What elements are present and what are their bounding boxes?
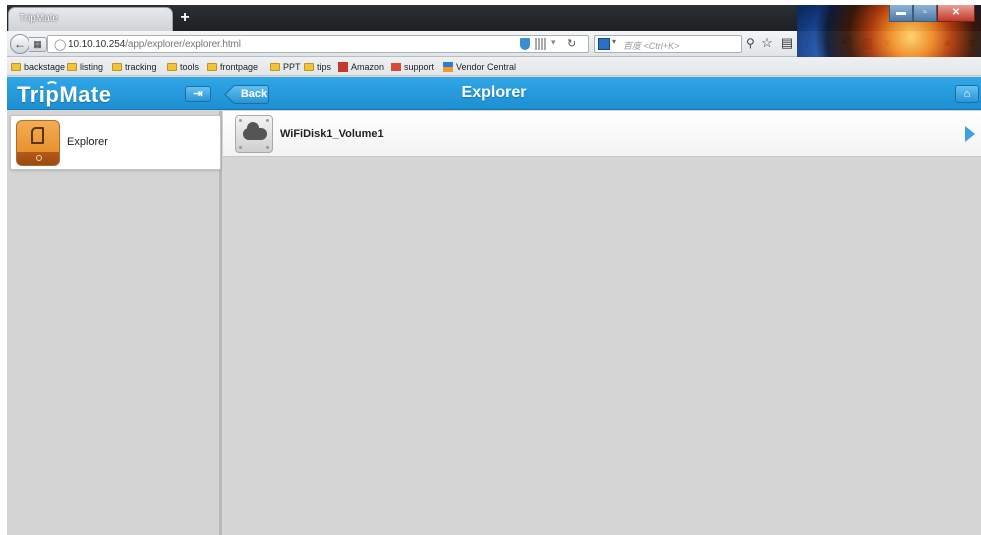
url-text: 10.10.10.254/app/explorer/explorer.html <box>68 39 241 50</box>
browser-forward-button[interactable]: ▦ <box>29 37 47 52</box>
search-icon[interactable]: ⚲ <box>746 36 755 50</box>
bookmark-backstage[interactable]: backstage <box>11 60 65 74</box>
url-path: /app/explorer/explorer.html <box>125 39 241 50</box>
bookmark-label: tracking <box>125 62 157 72</box>
sd-card-glyph <box>31 127 44 144</box>
bookmark-label: tools <box>180 62 200 72</box>
close-button[interactable]: ✕ <box>937 5 975 22</box>
amazon-icon <box>338 62 348 72</box>
bookmarks-bar: backstage listing tracking tools frontpa… <box>7 57 981 76</box>
browser-window: TripMate + ← ▦ ◯ 10.10.10.254/app/explor… <box>7 5 981 535</box>
bookmark-vendor-central[interactable]: Vendor Central <box>443 60 516 74</box>
cloud-disk-icon <box>235 115 273 153</box>
sidebar-item-label: Explorer <box>67 136 108 148</box>
bookmark-support[interactable]: support <box>391 60 434 74</box>
maximize-button[interactable]: ▫ <box>913 5 937 22</box>
bookmark-label: Vendor Central <box>456 62 517 72</box>
bookmark-amazon[interactable]: Amazon <box>338 60 384 74</box>
bookmark-label: PPT <box>283 62 301 72</box>
app-header: TripMate ⇥ Explorer Back ⌂ <box>7 77 981 110</box>
screw-dot <box>239 146 242 149</box>
browser-back-button[interactable]: ← <box>10 34 30 54</box>
shield-icon[interactable] <box>520 38 530 50</box>
search-engine-dropdown-icon[interactable]: ▾ <box>612 37 616 46</box>
bookmark-label: Amazon <box>351 62 385 72</box>
reload-icon[interactable]: ↻ <box>567 37 576 50</box>
folder-icon <box>67 63 77 71</box>
bookmark-label: frontpage <box>220 62 259 72</box>
folder-icon <box>207 63 217 71</box>
bookmark-label: support <box>404 62 435 72</box>
sidebar-toggle-button[interactable]: ⇥ <box>185 86 211 102</box>
cloud-glyph <box>243 122 267 140</box>
new-tab-button[interactable]: + <box>175 9 195 27</box>
tab-title: TripMate <box>19 13 59 24</box>
screw-dot <box>239 119 242 122</box>
tripmate-logo: TripMate <box>17 81 112 108</box>
search-engine-icon[interactable] <box>598 38 610 50</box>
screw-dot <box>266 146 269 149</box>
bookmark-tools[interactable]: tools <box>167 60 199 74</box>
folder-icon <box>167 63 177 71</box>
folder-icon <box>304 63 314 71</box>
list-item[interactable]: WiFiDisk1_Volume1 <box>223 111 981 157</box>
minimize-button[interactable]: ▬ <box>889 5 913 22</box>
window-controls: ▬ ▫ ✕ <box>889 5 975 23</box>
explorer-content: WiFiDisk1_Volume1 <box>223 111 981 535</box>
chevron-right-icon[interactable] <box>965 126 975 142</box>
browser-tab[interactable]: TripMate <box>8 7 173 31</box>
logo-text: TripMate <box>17 82 112 107</box>
search-placeholder: 百度 <Ctrl+K> <box>623 41 680 51</box>
wifi-icon <box>45 81 59 89</box>
bookmark-frontpage[interactable]: frontpage <box>207 60 258 74</box>
bookmark-label: tips <box>317 62 332 72</box>
sidebar-item-explorer[interactable]: Explorer <box>10 115 221 170</box>
globe-icon: ◯ <box>54 39 67 51</box>
explorer-sd-icon <box>16 120 60 166</box>
bookmark-tips[interactable]: tips <box>304 60 331 74</box>
volume-name: WiFiDisk1_Volume1 <box>280 128 384 140</box>
page-title: Explorer <box>461 84 527 101</box>
bookmark-label: backstage <box>24 62 66 72</box>
folder-icon <box>112 63 122 71</box>
back-button[interactable]: Back <box>224 85 269 104</box>
home-button[interactable]: ⌂ <box>955 85 979 103</box>
bookmark-ppt[interactable]: PPT <box>270 60 301 74</box>
screw-dot <box>266 119 269 122</box>
bookmark-tracking[interactable]: tracking <box>112 60 157 74</box>
address-bar[interactable]: ◯ 10.10.10.254/app/explorer/explorer.htm… <box>47 35 589 53</box>
bookmark-listing[interactable]: listing <box>67 60 103 74</box>
search-bar[interactable]: ▾ 百度 <Ctrl+K> <box>594 35 742 53</box>
indicator-dot <box>36 155 42 161</box>
clipboard-icon[interactable]: ▤ <box>779 35 795 51</box>
mail-icon <box>391 63 401 71</box>
bookmark-star-icon[interactable]: ☆ <box>759 35 775 51</box>
bookmark-label: listing <box>80 62 104 72</box>
folder-icon <box>11 63 21 71</box>
vendor-central-icon <box>443 62 453 72</box>
url-host: 10.10.10.254 <box>68 39 126 50</box>
qr-code-icon[interactable] <box>535 38 546 50</box>
back-arrow-icon <box>224 85 243 104</box>
back-button-label: Back <box>240 88 268 100</box>
sidebar: Explorer <box>7 111 222 535</box>
history-dropdown-icon[interactable]: ▾ <box>551 37 556 48</box>
folder-icon <box>270 63 280 71</box>
